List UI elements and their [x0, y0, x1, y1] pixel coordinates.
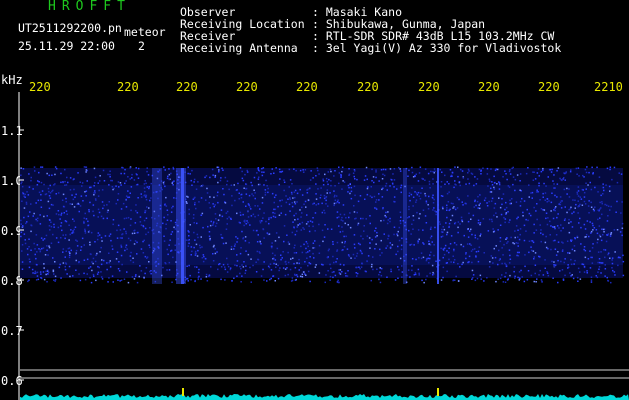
event-marker	[437, 388, 439, 396]
noise-band	[20, 166, 625, 284]
spectrogram-plot	[18, 92, 629, 400]
noise-floor-trace	[20, 394, 629, 400]
spectrogram-window: HROFFT UT2511292200.pn meteor 25.11.29 2…	[0, 0, 629, 400]
event-marker	[182, 388, 184, 396]
